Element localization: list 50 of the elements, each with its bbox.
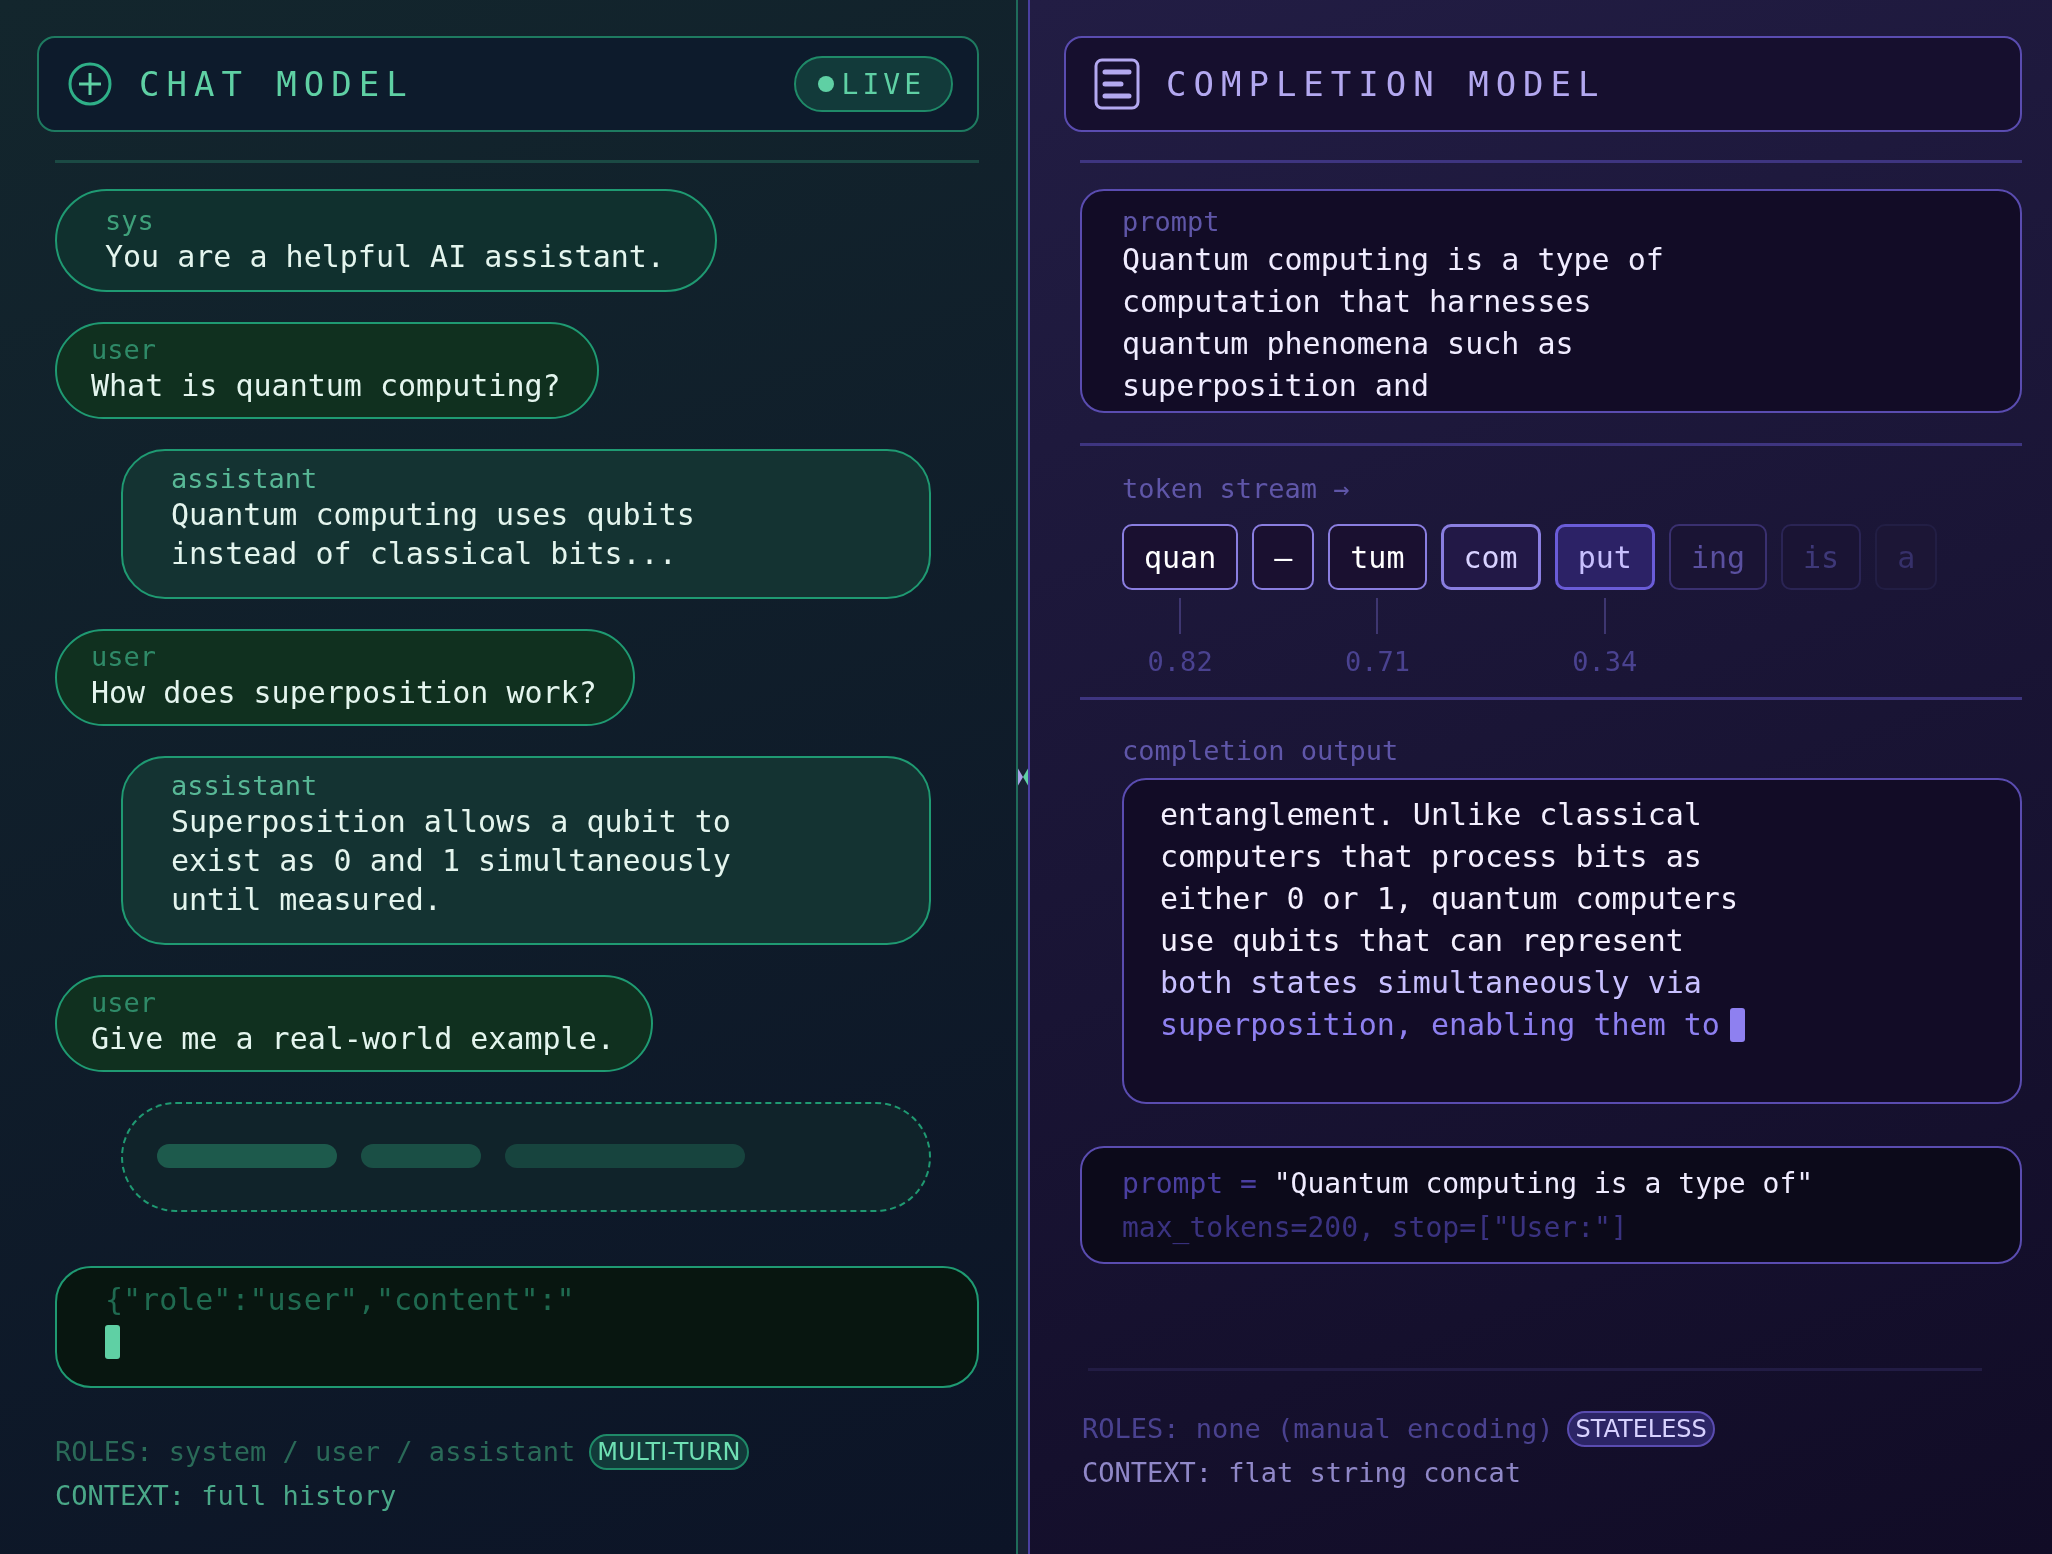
plus-circle-icon — [67, 61, 113, 107]
text-cursor — [105, 1325, 120, 1359]
roles-text: ROLES: none (manual encoding) — [1082, 1412, 1554, 1446]
token-chip: quan — [1122, 524, 1239, 590]
token-chip: – — [1252, 524, 1315, 590]
message-text: You are a helpful AI assistant. — [105, 238, 665, 276]
mode-badge: MULTI-TURN — [589, 1434, 749, 1470]
message-text: Superposition allows a qubit to exist as 0 and 1 simultaneously until measured. — [171, 803, 732, 919]
prompt-text: Quantum computing is a type of computation that harnesses quantum phenomena such as superposition and — [1122, 241, 1665, 405]
section-label: token stream → — [1122, 473, 1350, 504]
role-label: assistant — [171, 770, 319, 802]
panel-title: COMPLETION MODEL — [1166, 64, 1607, 104]
token-chip: tum — [1328, 524, 1427, 590]
message-text: What is quantum computing? — [91, 367, 561, 405]
message-text: Give me a real-world example. — [91, 1020, 615, 1058]
token-chip: put — [1554, 524, 1655, 590]
probability-value: 0.34 — [1572, 646, 1638, 677]
role-label: user — [91, 334, 158, 366]
token-chip: ing — [1668, 524, 1768, 590]
role-label: assistant — [171, 463, 319, 495]
context-text: CONTEXT: full history — [55, 1479, 398, 1513]
probability-value: 0.82 — [1147, 646, 1213, 677]
mode-badge: STATELESS — [1567, 1411, 1715, 1447]
probability-value: 0.71 — [1344, 646, 1410, 677]
message-text: Quantum computing uses qubits instead of classical bits... — [171, 496, 696, 573]
role-label: user — [91, 641, 158, 673]
output-line: use qubits that can represent — [1160, 922, 1684, 960]
section-label: completion output — [1122, 734, 1400, 768]
live-label: LIVE — [841, 67, 925, 101]
code-line: max_tokens=200, stop=["User:"] — [1122, 1210, 1629, 1246]
panel-title: CHAT MODEL — [139, 64, 415, 104]
input-text: {"role":"user","content":" — [105, 1282, 576, 1317]
roles-text: ROLES: system / user / assistant — [55, 1435, 576, 1469]
token-chip: com — [1440, 524, 1541, 590]
output-line: entanglement. Unlike classical — [1160, 796, 1702, 834]
message-text: How does superposition work? — [91, 674, 597, 712]
status-dot-icon — [817, 76, 834, 92]
output-line: both states simultaneously via — [1160, 964, 1702, 1002]
role-label: sys — [105, 205, 155, 237]
output-line: either 0 or 1, quantum computers — [1160, 880, 1738, 918]
input-field[interactable]: {"role":"user","content":" — [55, 1266, 979, 1388]
document-lines-icon — [1094, 58, 1140, 110]
context-text: CONTEXT: flat string concat — [1082, 1456, 1522, 1490]
prompt-label: prompt — [1122, 205, 1221, 239]
token-chip: is — [1781, 524, 1862, 590]
output-line: superposition, enabling them to — [1160, 1006, 1720, 1044]
text-cursor — [1729, 1008, 1745, 1042]
role-label: user — [91, 987, 158, 1019]
code-line: prompt = "Quantum computing is a type of" — [1122, 1166, 1815, 1202]
output-line: computers that process bits as — [1160, 838, 1702, 876]
